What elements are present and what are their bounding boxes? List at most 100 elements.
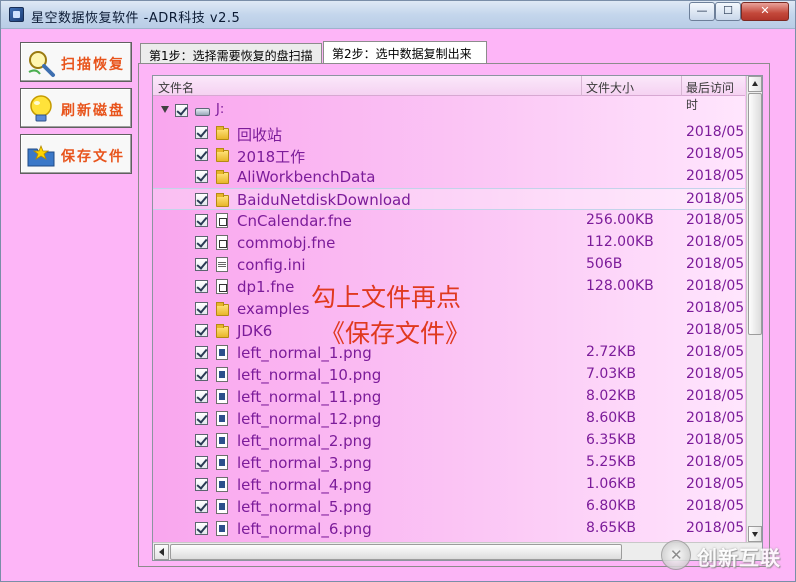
tab-step1-scan[interactable]: 第1步：选择需要恢复的盘扫描 — [140, 43, 322, 65]
drive-checkbox[interactable] — [175, 104, 188, 117]
scroll-up-arrow-icon[interactable] — [748, 76, 762, 92]
maximize-button[interactable]: ☐ — [715, 2, 741, 21]
item-date: 2018/05 — [686, 191, 745, 207]
item-checkbox[interactable] — [195, 434, 208, 447]
item-name: commobj.fne — [237, 234, 336, 252]
item-checkbox[interactable] — [195, 148, 208, 161]
list-item[interactable]: CnCalendar.fne 256.00KB 2018/05 — [153, 210, 745, 232]
item-checkbox[interactable] — [195, 412, 208, 425]
item-checkbox[interactable] — [195, 236, 208, 249]
image-file-icon — [216, 477, 228, 492]
tab-step2-copy[interactable]: 第2步：选中数据复制出来 — [323, 41, 487, 65]
image-file-icon — [216, 521, 228, 536]
column-header-size[interactable]: 文件大小 — [586, 79, 634, 96]
item-size: 256.00KB — [586, 212, 654, 228]
item-checkbox[interactable] — [195, 170, 208, 183]
item-name: left_normal_4.png — [237, 476, 372, 494]
title-bar[interactable]: 星空数据恢复软件 -ADR科技 v2.5 — ☐ ✕ — [1, 1, 795, 29]
item-checkbox[interactable] — [195, 522, 208, 535]
list-item[interactable]: left_normal_12.png 8.60KB 2018/05 — [153, 408, 745, 430]
item-size: 6.80KB — [586, 498, 636, 514]
item-checkbox[interactable] — [195, 193, 208, 206]
drive-icon — [195, 108, 210, 116]
list-item[interactable]: left_normal_3.png 5.25KB 2018/05 — [153, 452, 745, 474]
collapse-arrow-icon[interactable] — [161, 106, 169, 113]
image-file-icon — [216, 345, 228, 360]
item-date: 2018/05 — [686, 256, 745, 272]
list-item[interactable]: left_normal_10.png 7.03KB 2018/05 — [153, 364, 745, 386]
image-file-icon — [216, 367, 228, 382]
list-item[interactable]: 2018工作 2018/05 — [153, 144, 745, 166]
item-name: left_normal_3.png — [237, 454, 372, 472]
magnifier-icon — [28, 51, 55, 77]
item-date: 2018/05 — [686, 454, 745, 470]
image-file-icon — [216, 411, 228, 426]
item-name: 回收站 — [237, 126, 283, 144]
refresh-disk-button[interactable]: 刷新磁盘 — [20, 88, 132, 128]
drive-row[interactable]: J: — [153, 100, 745, 122]
item-name: left_normal_11.png — [237, 388, 382, 406]
file-icon — [216, 213, 228, 228]
list-item[interactable]: left_normal_6.png 8.65KB 2018/05 — [153, 518, 745, 540]
list-item[interactable]: commobj.fne 112.00KB 2018/05 — [153, 232, 745, 254]
item-checkbox[interactable] — [195, 302, 208, 315]
list-item[interactable]: AliWorkbenchData 2018/05 — [153, 166, 745, 188]
annotation-line-2: 《保存文件》 — [320, 319, 471, 348]
list-item[interactable]: BaiduNetdiskDownload 2018/05 — [153, 188, 745, 210]
list-header: 文件名 文件大小 最后访问时 — [153, 76, 745, 112]
list-item[interactable]: left_normal_2.png 6.35KB 2018/05 — [153, 430, 745, 452]
close-button[interactable]: ✕ — [741, 2, 789, 21]
item-checkbox[interactable] — [195, 324, 208, 337]
horizontal-scroll-thumb[interactable] — [170, 544, 622, 560]
minimize-button[interactable]: — — [689, 2, 715, 21]
item-date: 2018/05 — [686, 322, 745, 338]
save-file-button[interactable]: 保存文件 — [20, 134, 132, 174]
item-name: left_normal_10.png — [237, 366, 382, 384]
item-date: 2018/05 — [686, 212, 745, 228]
column-header-name[interactable]: 文件名 — [158, 79, 194, 96]
item-name: left_normal_12.png — [237, 410, 382, 428]
vertical-scrollbar[interactable] — [746, 76, 762, 542]
item-checkbox[interactable] — [195, 346, 208, 359]
item-checkbox[interactable] — [195, 214, 208, 227]
image-file-icon — [216, 389, 228, 404]
item-date: 2018/05 — [686, 520, 745, 536]
scroll-left-arrow-icon[interactable] — [154, 544, 169, 560]
item-checkbox[interactable] — [195, 368, 208, 381]
scan-recover-button[interactable]: 扫描恢复 — [20, 42, 132, 82]
item-checkbox[interactable] — [195, 456, 208, 469]
item-checkbox[interactable] — [195, 258, 208, 271]
item-checkbox[interactable] — [195, 126, 208, 139]
item-checkbox[interactable] — [195, 500, 208, 513]
item-date: 2018/05 — [686, 300, 745, 316]
scan-recover-label: 扫描恢复 — [61, 57, 125, 73]
item-checkbox[interactable] — [195, 390, 208, 403]
column-separator[interactable] — [681, 76, 682, 96]
list-item[interactable]: left_normal_4.png 1.06KB 2018/05 — [153, 474, 745, 496]
folder-icon — [216, 126, 229, 140]
column-separator[interactable] — [581, 76, 582, 96]
save-file-label: 保存文件 — [61, 149, 125, 165]
item-size: 8.02KB — [586, 388, 636, 404]
list-item[interactable]: 回收站 2018/05 — [153, 122, 745, 144]
item-name: left_normal_6.png — [237, 520, 372, 538]
item-date: 2018/05 — [686, 388, 745, 404]
item-name: 2018工作 — [237, 148, 306, 166]
lightbulb-icon — [30, 95, 52, 122]
item-date: 2018/05 — [686, 234, 745, 250]
item-checkbox[interactable] — [195, 280, 208, 293]
item-date: 2018/05 — [686, 476, 745, 492]
list-item[interactable]: left_normal_5.png 6.80KB 2018/05 — [153, 496, 745, 518]
item-name: examples — [237, 300, 310, 318]
item-checkbox[interactable] — [195, 478, 208, 491]
vertical-scroll-thumb[interactable] — [748, 93, 762, 335]
list-item[interactable]: config.ini 506B 2018/05 — [153, 254, 745, 276]
item-size: 1.06KB — [586, 476, 636, 492]
item-date: 2018/05 — [686, 366, 745, 382]
item-name: dp1.fne — [237, 278, 295, 296]
drive-label: J: — [216, 102, 225, 117]
list-item[interactable]: left_normal_11.png 8.02KB 2018/05 — [153, 386, 745, 408]
item-name: AliWorkbenchData — [237, 168, 376, 186]
watermark-icon — [661, 540, 691, 570]
refresh-disk-label: 刷新磁盘 — [61, 103, 125, 119]
